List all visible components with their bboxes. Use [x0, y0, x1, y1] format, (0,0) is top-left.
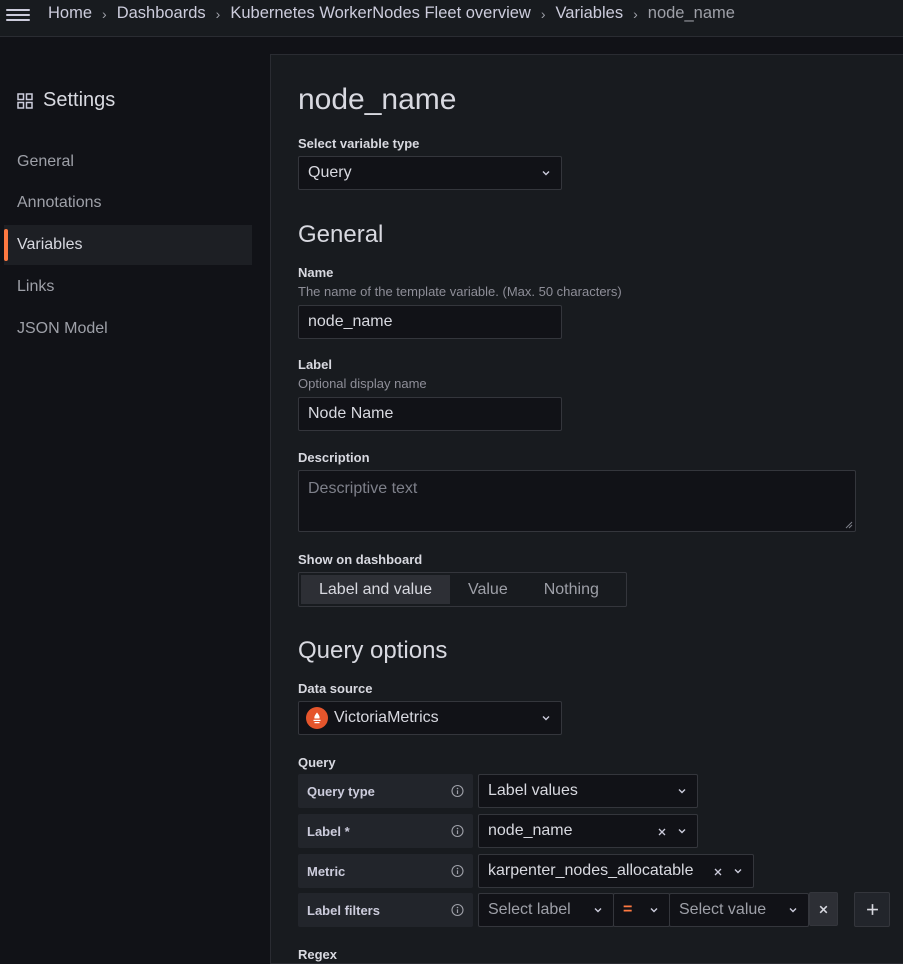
- plus-icon: [866, 904, 878, 915]
- chevron-down-icon: [650, 908, 658, 913]
- page-title: node_name: [298, 83, 457, 116]
- chevron-down-icon: [542, 171, 550, 176]
- data-source-label: Data source: [298, 681, 373, 696]
- close-icon: [819, 905, 828, 913]
- chevron-right-icon: ›: [540, 5, 546, 22]
- chevron-right-icon: ›: [215, 5, 221, 22]
- label-filters-label: Label filters: [298, 893, 473, 927]
- query-type-value: Label values: [488, 782, 578, 799]
- resize-handle-icon[interactable]: [845, 521, 853, 529]
- label-select-value: node_name: [488, 822, 573, 839]
- sidebar-item-links[interactable]: Links: [4, 267, 252, 307]
- label-label: Label: [298, 357, 332, 372]
- option-nothing[interactable]: Nothing: [526, 575, 617, 604]
- prometheus-icon: [306, 707, 328, 729]
- show-on-dashboard-label: Show on dashboard: [298, 552, 423, 567]
- info-icon[interactable]: [451, 784, 464, 798]
- label-input[interactable]: Node Name: [298, 397, 562, 431]
- info-icon[interactable]: [451, 903, 464, 917]
- description-textarea[interactable]: Descriptive text: [298, 470, 856, 532]
- filter-operator-value: =: [623, 901, 633, 918]
- info-icon[interactable]: [451, 864, 464, 878]
- chevron-down-icon: [789, 908, 797, 913]
- settings-sidebar: Settings General Annotations Variables L…: [0, 37, 270, 962]
- filter-value-select[interactable]: Select value: [669, 893, 809, 927]
- data-source-select[interactable]: VictoriaMetrics: [298, 701, 562, 735]
- chevron-down-icon: [594, 908, 602, 913]
- variable-type-value: Query: [308, 164, 352, 181]
- label-description: Optional display name: [298, 376, 427, 391]
- sidebar-item-annotations[interactable]: Annotations: [4, 183, 252, 223]
- chevron-down-icon: [734, 869, 742, 874]
- label-row-label-text: Label *: [307, 823, 350, 839]
- breadcrumb-dashboards[interactable]: Dashboards: [117, 4, 206, 23]
- sidebar-item-variables[interactable]: Variables: [4, 225, 252, 265]
- show-on-dashboard-radio-group: Label and value Value Nothing: [298, 572, 627, 607]
- metric-value: karpenter_nodes_allocatable: [488, 862, 694, 879]
- name-input[interactable]: node_name: [298, 305, 562, 339]
- grid-icon: [17, 92, 33, 109]
- option-label-and-value[interactable]: Label and value: [301, 575, 450, 604]
- settings-title: Settings: [43, 89, 116, 111]
- hamburger-menu-icon[interactable]: [6, 6, 30, 24]
- chevron-down-icon: [678, 789, 686, 794]
- label-row-label: Label *: [298, 814, 473, 848]
- variable-type-label: Select variable type: [298, 136, 420, 151]
- breadcrumb: Home › Dashboards › Kubernetes WorkerNod…: [48, 4, 735, 23]
- description-placeholder: Descriptive text: [308, 480, 418, 497]
- breadcrumb-home[interactable]: Home: [48, 4, 92, 23]
- name-description: The name of the template variable. (Max.…: [298, 284, 622, 299]
- add-filter-button[interactable]: [854, 892, 890, 927]
- general-heading: General: [298, 221, 384, 248]
- filter-label-select[interactable]: Select label: [478, 893, 614, 927]
- metric-label: Metric: [298, 854, 473, 888]
- data-source-value: VictoriaMetrics: [334, 709, 439, 726]
- filter-operator-select[interactable]: =: [613, 893, 670, 927]
- chevron-down-icon: [678, 829, 686, 834]
- query-type-select[interactable]: Label values: [478, 774, 698, 808]
- sidebar-item-json-model[interactable]: JSON Model: [4, 309, 252, 349]
- chevron-down-icon: [542, 716, 550, 721]
- name-label: Name: [298, 265, 334, 280]
- settings-heading: Settings: [17, 89, 115, 112]
- remove-filter-button[interactable]: [809, 892, 838, 926]
- filter-label-placeholder: Select label: [488, 901, 571, 918]
- variable-type-select[interactable]: Query: [298, 156, 562, 190]
- filter-value-placeholder: Select value: [679, 901, 767, 918]
- clear-icon[interactable]: [713, 867, 723, 877]
- option-value[interactable]: Value: [450, 575, 526, 604]
- clear-icon[interactable]: [657, 827, 667, 837]
- query-options-heading: Query options: [298, 637, 448, 664]
- top-nav-bar: Home › Dashboards › Kubernetes WorkerNod…: [0, 0, 903, 37]
- query-label: Query: [298, 755, 336, 770]
- sidebar-item-general[interactable]: General: [4, 142, 252, 182]
- label-filters-label-text: Label filters: [307, 902, 380, 918]
- breadcrumb-current: node_name: [647, 4, 735, 22]
- breadcrumb-dashboard[interactable]: Kubernetes WorkerNodes Fleet overview: [230, 4, 531, 23]
- regex-label: Regex: [298, 947, 338, 962]
- chevron-right-icon: ›: [102, 5, 107, 22]
- breadcrumb-variables[interactable]: Variables: [556, 4, 624, 23]
- chevron-right-icon: ›: [633, 5, 638, 22]
- metric-label-text: Metric: [307, 863, 346, 879]
- query-type-label-text: Query type: [307, 783, 375, 799]
- label-select[interactable]: node_name: [478, 814, 698, 848]
- description-label: Description: [298, 450, 370, 465]
- query-type-label: Query type: [298, 774, 473, 808]
- info-icon[interactable]: [451, 824, 464, 838]
- variable-editor-panel: node_name Select variable type Query Gen…: [270, 54, 903, 964]
- metric-select[interactable]: karpenter_nodes_allocatable: [478, 854, 754, 888]
